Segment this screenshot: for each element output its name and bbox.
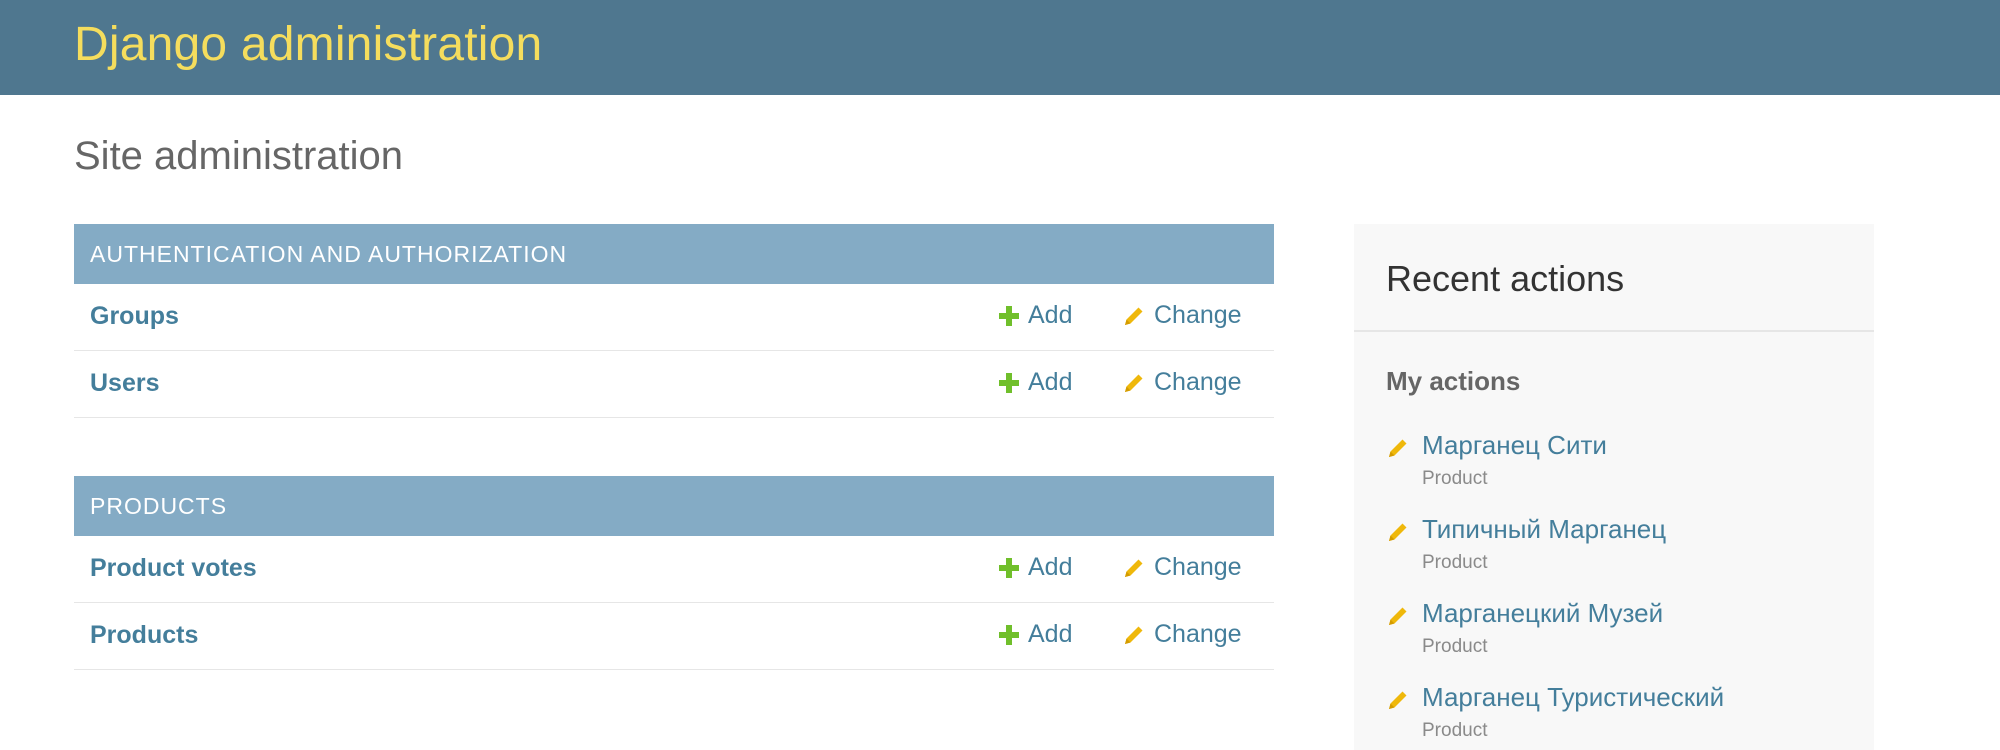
add-label: Add (1028, 301, 1073, 329)
pencil-icon (1125, 626, 1143, 644)
plus-icon (999, 624, 1019, 645)
pencil-icon (1389, 439, 1407, 457)
pencil-icon (1389, 691, 1407, 709)
add-label: Add (1028, 620, 1073, 648)
recent-actions-panel: Recent actions My actions Марганец Сити … (1354, 224, 1874, 750)
change-label: Change (1154, 553, 1242, 581)
recent-action-type: Product (1422, 636, 1488, 657)
change-button-products[interactable]: Change (1122, 620, 1242, 649)
change-button-product-votes[interactable]: Change (1122, 553, 1242, 582)
module-products: PRODUCTS Product votes Add Change Produc… (74, 476, 1274, 670)
change-label: Change (1154, 620, 1242, 648)
plus-icon (999, 557, 1019, 578)
recent-action-type: Product (1422, 468, 1488, 489)
module-auth: AUTHENTICATION AND AUTHORIZATION Groups … (74, 224, 1274, 418)
recent-action-link[interactable]: Типичный Марганец (1422, 514, 1666, 545)
divider (1354, 330, 1874, 332)
model-link-product-votes[interactable]: Product votes (90, 554, 257, 583)
my-actions-heading: My actions (1386, 366, 1521, 396)
change-button-users[interactable]: Change (1122, 368, 1242, 397)
recent-action-link[interactable]: Марганец Туристический (1422, 682, 1724, 713)
add-label: Add (1028, 553, 1073, 581)
plus-icon (999, 372, 1019, 393)
model-row-products: Products Add Change (74, 603, 1274, 670)
recent-action-link[interactable]: Марганецкий Музей (1422, 598, 1663, 629)
recent-action-type: Product (1422, 552, 1488, 573)
recent-action-link[interactable]: Марганец Сити (1422, 430, 1607, 461)
model-link-groups[interactable]: Groups (90, 302, 179, 331)
model-row-product-votes: Product votes Add Change (74, 536, 1274, 603)
change-label: Change (1154, 301, 1242, 329)
recent-actions-title: Recent actions (1386, 258, 1625, 299)
change-label: Change (1154, 368, 1242, 396)
change-button-groups[interactable]: Change (1122, 301, 1242, 330)
model-link-products[interactable]: Products (90, 621, 198, 650)
header-bar: Django administration (0, 0, 2000, 95)
plus-icon (999, 305, 1019, 326)
pencil-icon (1125, 374, 1143, 392)
add-button-product-votes[interactable]: Add (998, 553, 1072, 582)
module-caption[interactable]: AUTHENTICATION AND AUTHORIZATION (74, 224, 1274, 284)
add-button-groups[interactable]: Add (998, 301, 1072, 330)
model-link-users[interactable]: Users (90, 369, 160, 398)
model-row-groups: Groups Add Change (74, 284, 1274, 351)
model-row-users: Users Add Change (74, 351, 1274, 418)
module-caption[interactable]: PRODUCTS (74, 476, 1274, 536)
page-title: Site administration (74, 134, 404, 178)
pencil-icon (1389, 607, 1407, 625)
pencil-icon (1125, 559, 1143, 577)
site-brand-link[interactable]: Django administration (74, 17, 542, 72)
add-button-products[interactable]: Add (998, 620, 1072, 649)
pencil-icon (1125, 307, 1143, 325)
add-button-users[interactable]: Add (998, 368, 1072, 397)
pencil-icon (1389, 523, 1407, 541)
add-label: Add (1028, 368, 1073, 396)
recent-action-type: Product (1422, 720, 1488, 741)
